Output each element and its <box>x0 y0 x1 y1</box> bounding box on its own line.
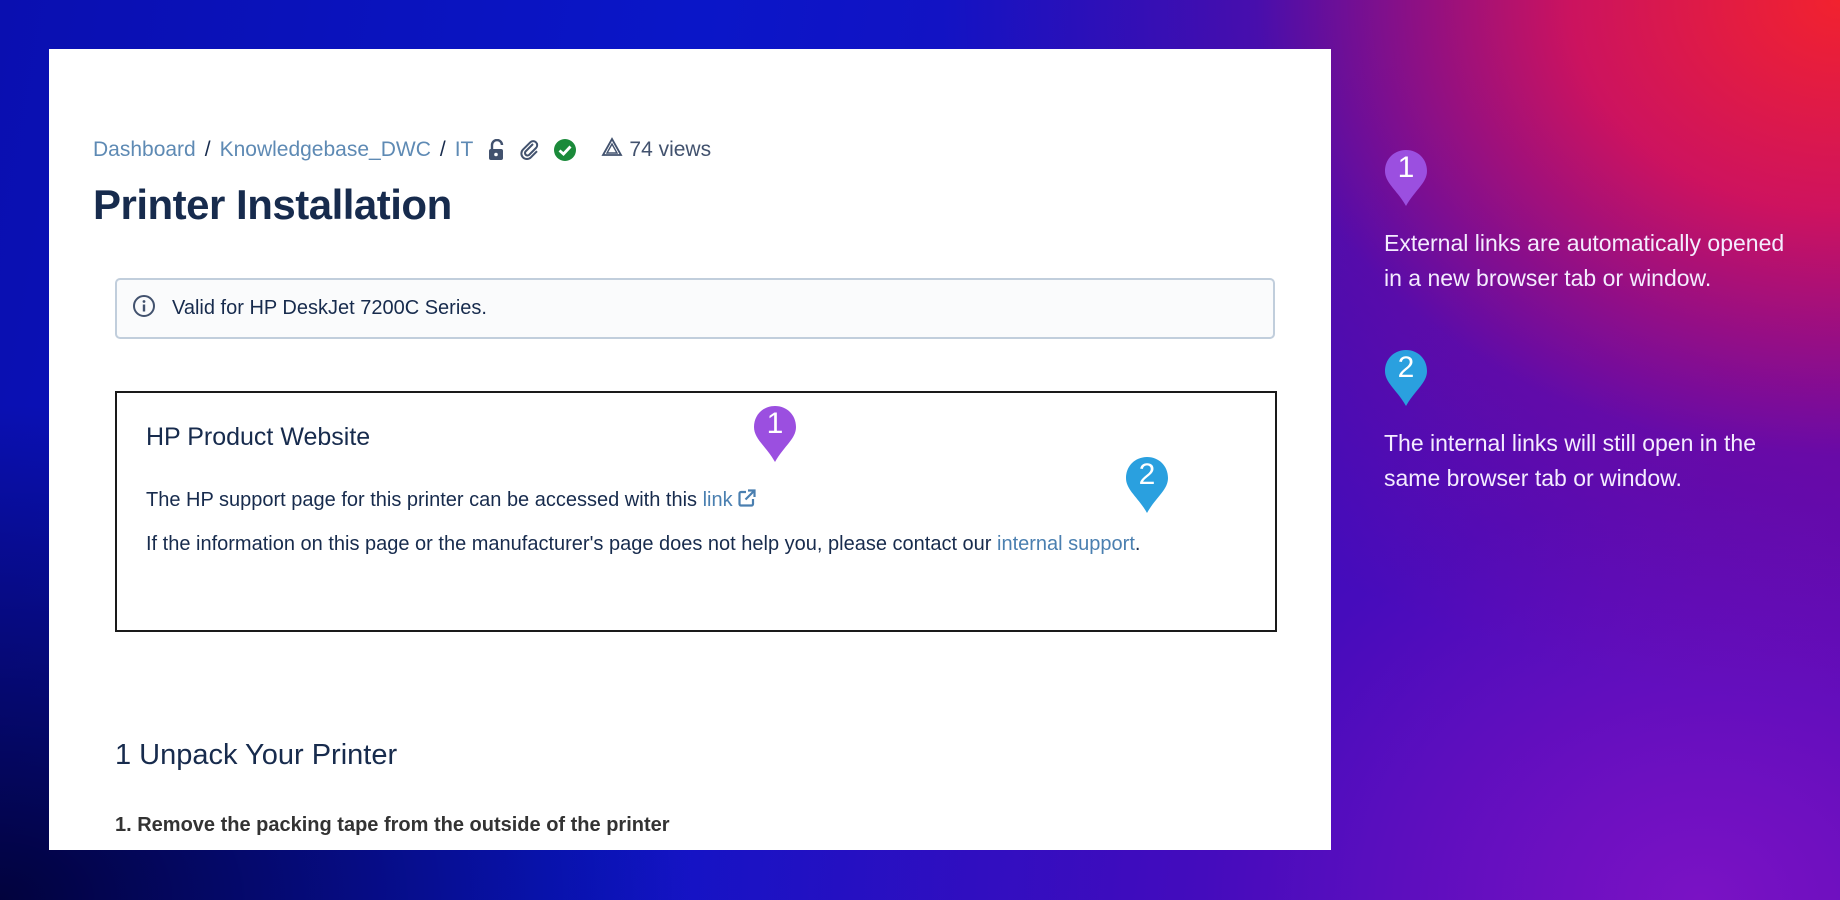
breadcrumb-it[interactable]: IT <box>455 138 474 162</box>
paperclip-icon[interactable] <box>519 139 541 161</box>
check-circle-icon[interactable] <box>553 138 577 162</box>
callout-marker-2: 2 <box>1383 348 1429 408</box>
breadcrumb-separator: / <box>204 138 211 161</box>
internal-support-link[interactable]: internal support <box>997 533 1135 555</box>
lock-open-icon[interactable] <box>487 139 507 161</box>
callout-number: 1 <box>1397 151 1415 184</box>
support-page-text: The HP support page for this printer can… <box>146 489 703 511</box>
breadcrumb-knowledgebase[interactable]: Knowledgebase_DWC <box>220 138 431 162</box>
callout-number: 2 <box>1397 351 1415 384</box>
marker-number: 1 <box>766 407 784 440</box>
contact-support-paragraph: If the information on this page or the m… <box>146 533 1140 556</box>
product-website-heading: HP Product Website <box>146 423 371 451</box>
product-website-box: HP Product Website The HP support page f… <box>115 391 1277 632</box>
contact-support-text: If the information on this page or the m… <box>146 533 998 555</box>
breadcrumb-separator: / <box>439 138 446 161</box>
views-icon <box>601 137 629 163</box>
info-panel-text: Valid for HP DeskJet 7200C Series. <box>172 297 487 319</box>
marker-number: 2 <box>1138 458 1156 491</box>
confluence-page-panel: Dashboard / Knowledgebase_DWC / IT 74 vi… <box>49 49 1331 850</box>
breadcrumb: Dashboard / Knowledgebase_DWC / IT 74 vi… <box>93 135 711 165</box>
support-page-paragraph: The HP support page for this printer can… <box>146 488 757 512</box>
info-panel: Valid for HP DeskJet 7200C Series. <box>115 278 1275 339</box>
callout-marker-1: 1 <box>1383 148 1429 208</box>
page-meta-icons <box>487 138 577 162</box>
external-link-icon <box>738 489 756 507</box>
views-count: 74 views <box>629 138 712 161</box>
callout-text-2: The internal links will still open in th… <box>1384 430 1757 491</box>
section-heading: 1 Unpack Your Printer <box>115 739 398 771</box>
marker-2: 2 <box>1124 455 1170 515</box>
external-link-label: link <box>702 489 733 511</box>
page-title: Printer Installation <box>93 181 452 228</box>
contact-support-end: . <box>1134 533 1141 555</box>
step-heading: 1. Remove the packing tape from the outs… <box>115 814 670 836</box>
marker-1: 1 <box>752 404 798 464</box>
callout-text-1: External links are automatically opened … <box>1384 230 1785 291</box>
breadcrumb-dashboard[interactable]: Dashboard <box>93 138 196 162</box>
external-link[interactable]: link <box>703 489 757 511</box>
page-views[interactable]: 74 views <box>601 137 711 163</box>
info-icon <box>132 294 156 323</box>
